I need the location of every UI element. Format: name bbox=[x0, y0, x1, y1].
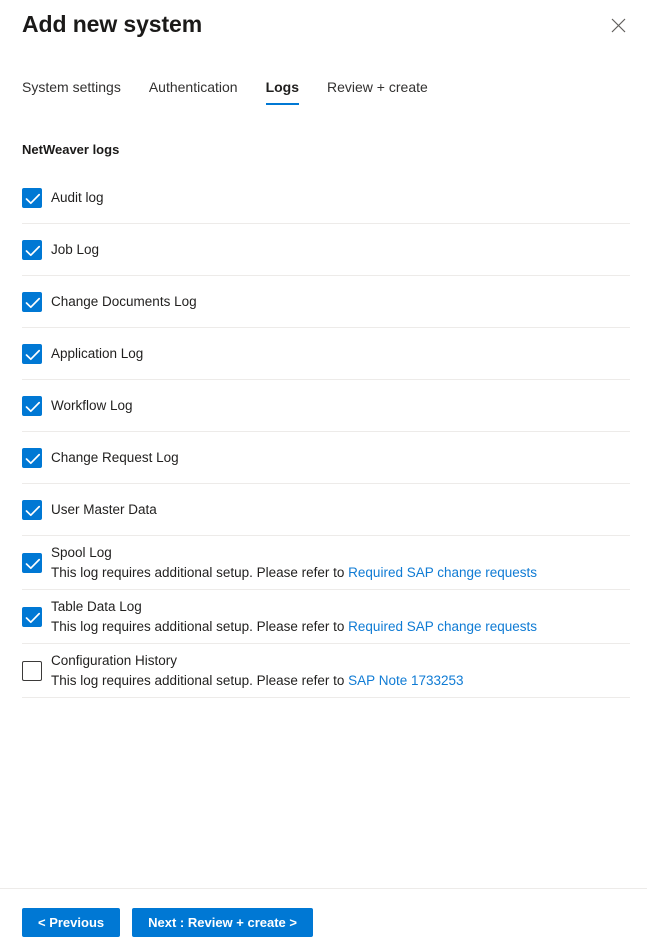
panel-header: Add new system bbox=[0, 0, 647, 62]
checkmark-icon bbox=[22, 187, 42, 208]
page-title: Add new system bbox=[22, 11, 203, 37]
log-help-link[interactable]: SAP Note 1733253 bbox=[348, 673, 463, 688]
log-label: Job Log bbox=[51, 242, 100, 257]
checkbox-workflow-log[interactable] bbox=[22, 395, 42, 416]
log-row[interactable]: User Master Data bbox=[22, 484, 630, 536]
footer-divider bbox=[0, 888, 647, 889]
log-description: This log requires additional setup. Plea… bbox=[51, 563, 630, 582]
footer-actions: < Previous Next : Review + create > bbox=[22, 908, 313, 937]
checkbox-table-data-log[interactable] bbox=[22, 606, 42, 627]
log-label: Workflow Log bbox=[51, 398, 133, 413]
log-label: Change Documents Log bbox=[51, 294, 197, 309]
checkmark-icon bbox=[22, 552, 42, 573]
log-row[interactable]: Change Request Log bbox=[22, 432, 630, 484]
close-button[interactable] bbox=[603, 10, 633, 40]
close-icon bbox=[611, 18, 626, 33]
checkmark-icon bbox=[22, 239, 42, 260]
empty-checkbox-icon bbox=[22, 660, 42, 681]
log-row[interactable]: Spool Log This log requires additional se… bbox=[22, 536, 630, 590]
checkbox-audit-log[interactable] bbox=[22, 187, 42, 208]
tab-bar: System settings Authentication Logs Review … bbox=[22, 78, 442, 105]
log-description-text: This log requires additional setup. Plea… bbox=[51, 619, 349, 634]
log-row[interactable]: Workflow Log bbox=[22, 380, 630, 432]
tab-authentication[interactable]: Authentication bbox=[149, 78, 252, 105]
checkbox-change-request-log[interactable] bbox=[22, 447, 42, 468]
log-help-link[interactable]: Required SAP change requests bbox=[348, 565, 537, 580]
log-label: Spool Log bbox=[51, 545, 112, 560]
previous-button[interactable]: < Previous bbox=[22, 908, 121, 937]
log-description: This log requires additional setup. Plea… bbox=[51, 671, 630, 690]
log-row[interactable]: Audit log bbox=[22, 172, 630, 224]
log-label: Configuration History bbox=[51, 653, 178, 668]
log-row[interactable]: Change Documents Log bbox=[22, 276, 630, 328]
checkbox-configuration-history[interactable] bbox=[22, 660, 42, 681]
tab-review-create[interactable]: Review + create bbox=[327, 78, 442, 105]
checkmark-icon bbox=[22, 499, 42, 520]
tab-logs[interactable]: Logs bbox=[265, 78, 313, 105]
checkbox-user-master-data[interactable] bbox=[22, 499, 42, 520]
log-description-text: This log requires additional setup. Plea… bbox=[51, 673, 349, 688]
log-description-text: This log requires additional setup. Plea… bbox=[51, 565, 349, 580]
log-checkbox-list: Audit log Job Log Change Documents Log Appl… bbox=[22, 172, 630, 698]
checkbox-application-log[interactable] bbox=[22, 343, 42, 364]
log-label: Application Log bbox=[51, 346, 144, 361]
log-help-link[interactable]: Required SAP change requests bbox=[348, 619, 537, 634]
log-label: User Master Data bbox=[51, 502, 157, 517]
log-row[interactable]: Table Data Log This log requires addition… bbox=[22, 590, 630, 644]
checkbox-job-log[interactable] bbox=[22, 239, 42, 260]
checkbox-spool-log[interactable] bbox=[22, 552, 42, 573]
tab-system-settings[interactable]: System settings bbox=[22, 78, 135, 105]
checkmark-icon bbox=[22, 343, 42, 364]
checkbox-change-documents-log[interactable] bbox=[22, 291, 42, 312]
log-label: Change Request Log bbox=[51, 450, 179, 465]
log-row[interactable]: Configuration History This log requires a… bbox=[22, 644, 630, 698]
log-row[interactable]: Application Log bbox=[22, 328, 630, 380]
log-row[interactable]: Job Log bbox=[22, 224, 630, 276]
checkmark-icon bbox=[22, 447, 42, 468]
checkmark-icon bbox=[22, 291, 42, 312]
log-label: Table Data Log bbox=[51, 599, 142, 614]
log-label: Audit log bbox=[51, 190, 104, 205]
log-description: This log requires additional setup. Plea… bbox=[51, 617, 630, 636]
next-review-create-button[interactable]: Next : Review + create > bbox=[132, 908, 313, 937]
section-heading: NetWeaver logs bbox=[22, 142, 120, 157]
checkmark-icon bbox=[22, 606, 42, 627]
checkmark-icon bbox=[22, 395, 42, 416]
